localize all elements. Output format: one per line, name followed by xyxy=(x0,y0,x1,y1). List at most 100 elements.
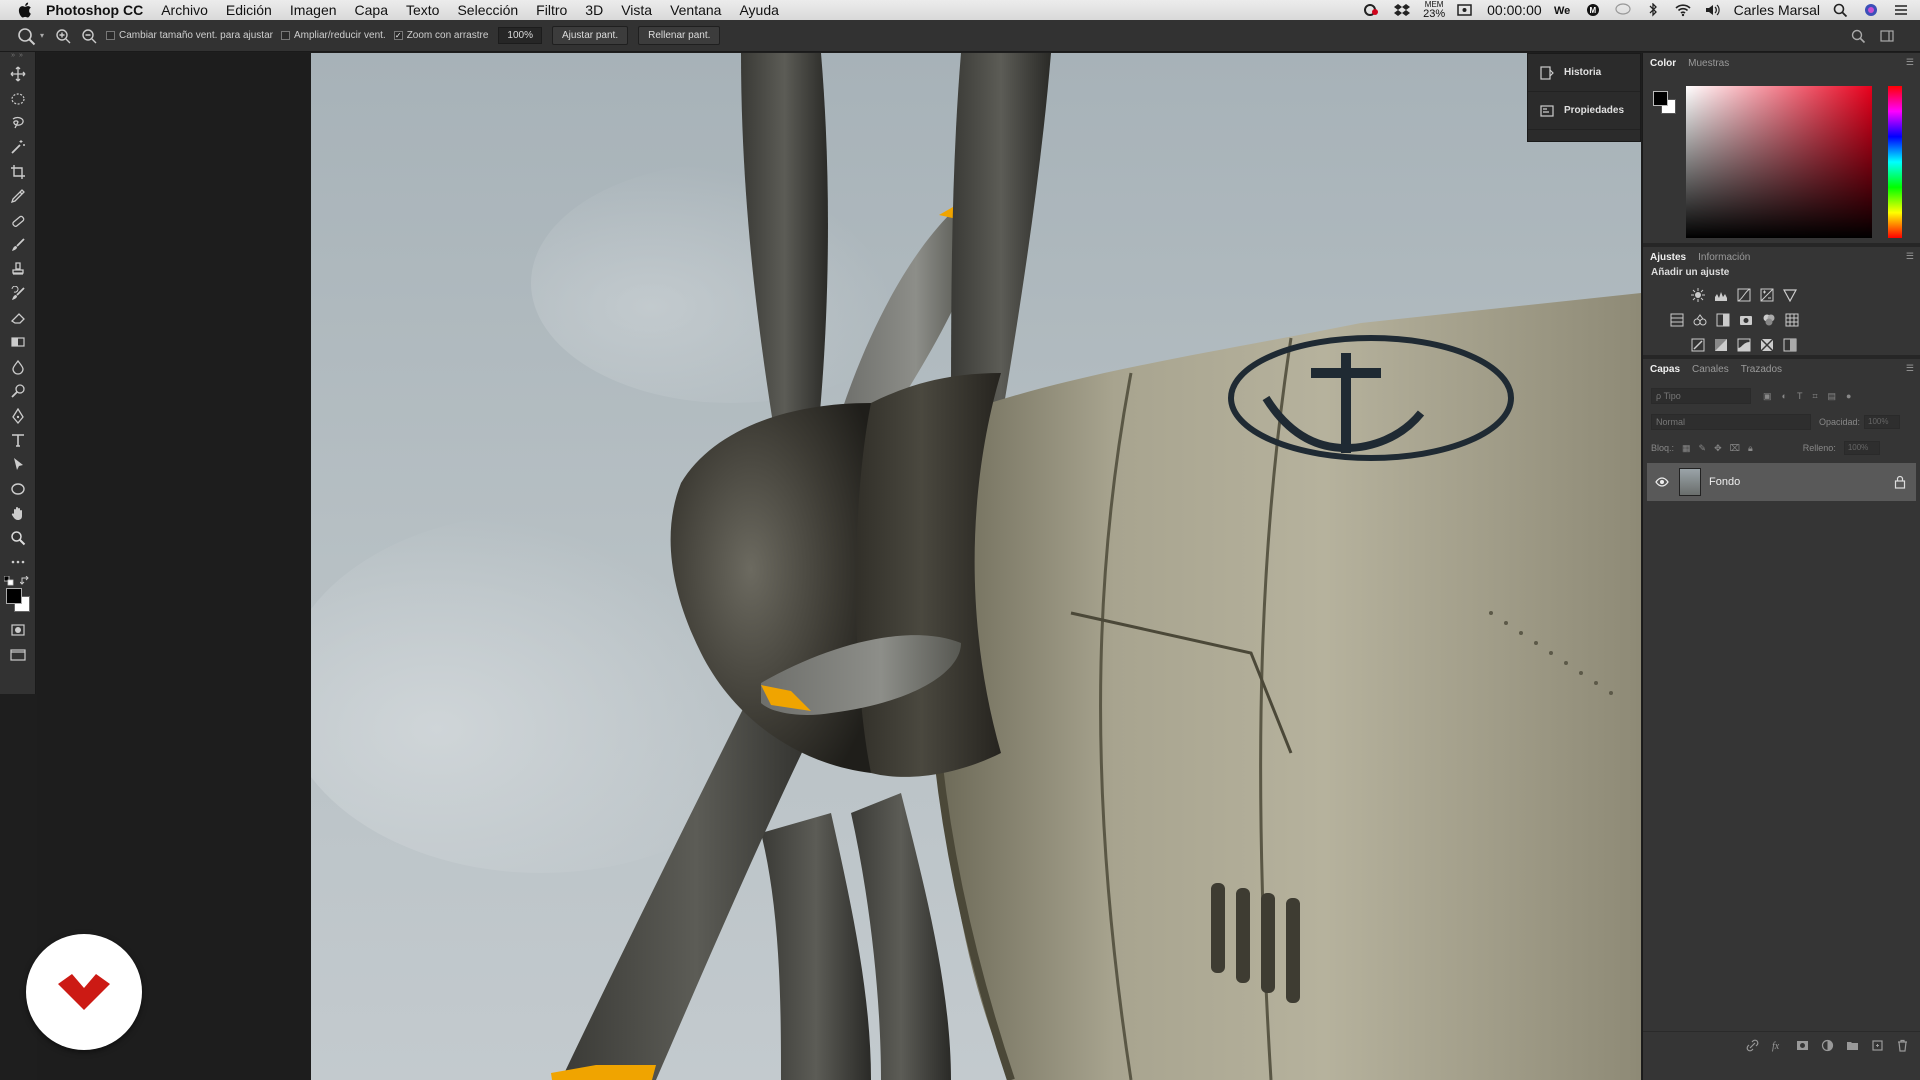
gradient-map-icon[interactable] xyxy=(1783,338,1797,352)
dock-item-propiedades[interactable]: Propiedades xyxy=(1528,92,1640,130)
tab-canales[interactable]: Canales xyxy=(1692,364,1729,375)
malwarebytes-icon[interactable]: M xyxy=(1584,3,1602,17)
menu-app-name[interactable]: Photoshop CC xyxy=(46,2,143,18)
crop-tool[interactable] xyxy=(0,160,36,184)
pixel-filter-icon[interactable]: ▣ xyxy=(1763,391,1772,402)
eye-icon[interactable] xyxy=(1655,475,1669,489)
panel-menu-icon[interactable]: ☰ xyxy=(1906,363,1914,374)
brightness-contrast-icon[interactable] xyxy=(1691,287,1705,302)
dodge-tool[interactable] xyxy=(0,379,36,403)
swap-colors-icon[interactable] xyxy=(20,576,30,586)
zoom-percentage-field[interactable]: 100% xyxy=(498,27,542,44)
tab-trazados[interactable]: Trazados xyxy=(1741,364,1782,375)
dock-item-historia[interactable]: Historia xyxy=(1528,54,1640,92)
more-tools[interactable] xyxy=(0,550,36,574)
layer-name[interactable]: Fondo xyxy=(1709,476,1740,488)
menu-seleccion[interactable]: Selección xyxy=(457,2,518,18)
curves-icon[interactable] xyxy=(1737,288,1751,302)
user-name[interactable]: Carles Marsal xyxy=(1734,2,1820,18)
document-canvas-area[interactable] xyxy=(37,53,1641,1080)
new-layer-icon[interactable] xyxy=(1871,1039,1884,1052)
wifi-icon[interactable] xyxy=(1674,3,1692,17)
zoom-tool-preset-icon[interactable] xyxy=(16,26,38,46)
menu-filtro[interactable]: Filtro xyxy=(536,2,567,18)
color-picker-field[interactable] xyxy=(1686,86,1872,238)
lock-pixels-icon[interactable]: ✎ xyxy=(1699,443,1707,454)
menu-imagen[interactable]: Imagen xyxy=(290,2,337,18)
zoom-out-icon[interactable] xyxy=(80,27,98,45)
menu-capa[interactable]: Capa xyxy=(355,2,388,18)
opacity-field[interactable]: 100% xyxy=(1864,415,1901,429)
shape-tool[interactable] xyxy=(0,477,36,501)
filter-toggle-icon[interactable]: ● xyxy=(1846,391,1851,402)
eraser-tool[interactable] xyxy=(0,306,36,330)
foreground-color-swatch[interactable] xyxy=(6,588,22,605)
marquee-tool[interactable] xyxy=(0,86,36,110)
wacom-icon[interactable]: We xyxy=(1554,3,1572,17)
threshold-icon[interactable] xyxy=(1737,338,1751,352)
posterize-icon[interactable] xyxy=(1714,338,1728,352)
zoom-in-icon[interactable] xyxy=(54,27,72,45)
exposure-icon[interactable] xyxy=(1760,288,1774,302)
memory-indicator[interactable]: MEM 23% xyxy=(1423,0,1445,20)
panel-menu-icon[interactable]: ☰ xyxy=(1906,57,1914,68)
hue-saturation-icon[interactable] xyxy=(1670,313,1684,327)
creative-cloud-icon[interactable] xyxy=(1363,3,1381,17)
menu-ayuda[interactable]: Ayuda xyxy=(739,2,778,18)
apple-icon[interactable] xyxy=(18,2,32,18)
spotlight-search-icon[interactable] xyxy=(1832,3,1850,17)
eyedropper-tool[interactable] xyxy=(0,184,36,208)
notification-center-icon[interactable] xyxy=(1892,3,1910,17)
delete-layer-trash-icon[interactable] xyxy=(1896,1039,1909,1052)
photo-filter-icon[interactable] xyxy=(1739,313,1753,327)
shape-filter-icon[interactable]: ⌗ xyxy=(1812,391,1817,402)
layer-filter-type-select[interactable]: ρ Tipo xyxy=(1651,388,1751,404)
zoom-tool[interactable] xyxy=(0,525,36,549)
chat-bubble-icon[interactable] xyxy=(1614,3,1632,17)
move-tool[interactable] xyxy=(0,62,36,86)
menu-edicion[interactable]: Edición xyxy=(226,2,272,18)
type-tool[interactable] xyxy=(0,428,36,452)
color-lookup-icon[interactable] xyxy=(1785,313,1799,327)
default-colors-icon[interactable] xyxy=(4,576,14,586)
panel-menu-icon[interactable]: ☰ xyxy=(1906,251,1914,262)
lasso-tool[interactable] xyxy=(0,111,36,135)
scrubby-zoom-checkbox[interactable]: ✓ Zoom con arrastre xyxy=(393,30,488,41)
fill-screen-button[interactable]: Rellenar pant. xyxy=(638,26,721,45)
adjustment-filter-icon[interactable]: ◐ xyxy=(1782,391,1787,402)
layer-row[interactable]: Fondo xyxy=(1647,463,1916,501)
smart-object-filter-icon[interactable]: ▤ xyxy=(1828,391,1837,402)
lock-artboard-icon[interactable]: ⌧ xyxy=(1730,443,1740,454)
color-balance-icon[interactable] xyxy=(1693,313,1707,327)
search-icon[interactable] xyxy=(1850,28,1866,44)
dropbox-icon[interactable] xyxy=(1393,3,1411,17)
workspace-switcher-icon[interactable] xyxy=(1880,28,1896,44)
chevron-down-icon[interactable]: ▾ xyxy=(40,31,44,40)
magic-wand-tool[interactable] xyxy=(0,135,36,159)
clone-stamp-tool[interactable] xyxy=(0,257,36,281)
add-mask-icon[interactable] xyxy=(1796,1039,1809,1052)
tab-color[interactable]: Color xyxy=(1650,58,1676,69)
brush-tool[interactable] xyxy=(0,233,36,257)
layer-thumbnail[interactable] xyxy=(1679,468,1701,496)
healing-brush-tool[interactable] xyxy=(0,208,36,232)
lock-position-icon[interactable]: ✥ xyxy=(1714,443,1722,454)
link-layers-icon[interactable] xyxy=(1746,1039,1759,1052)
path-selection-tool[interactable] xyxy=(0,452,36,476)
panel-grip[interactable]: » » xyxy=(0,52,35,62)
lock-icon[interactable] xyxy=(1894,475,1906,489)
fit-screen-button[interactable]: Ajustar pant. xyxy=(551,26,629,45)
hue-slider[interactable] xyxy=(1888,86,1902,238)
menu-texto[interactable]: Texto xyxy=(406,2,439,18)
volume-icon[interactable] xyxy=(1704,3,1722,17)
gradient-tool[interactable] xyxy=(0,330,36,354)
layer-style-fx-icon[interactable]: fx xyxy=(1771,1039,1784,1052)
resize-windows-checkbox[interactable]: Cambiar tamaño vent. para ajustar xyxy=(106,30,273,41)
checkbox-box[interactable] xyxy=(106,31,116,40)
new-adjustment-layer-icon[interactable] xyxy=(1821,1039,1834,1052)
tab-ajustes[interactable]: Ajustes xyxy=(1650,252,1686,263)
menu-archivo[interactable]: Archivo xyxy=(161,2,208,18)
tab-informacion[interactable]: Información xyxy=(1698,252,1750,263)
new-group-folder-icon[interactable] xyxy=(1846,1039,1859,1052)
bluetooth-icon[interactable] xyxy=(1644,3,1662,17)
